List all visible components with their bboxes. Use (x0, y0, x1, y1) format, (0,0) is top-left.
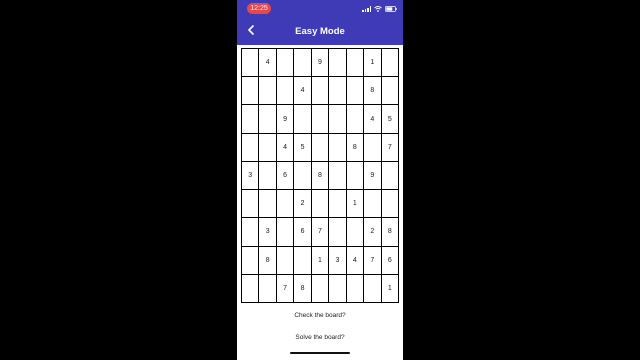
sudoku-cell[interactable] (329, 161, 347, 191)
sudoku-cell[interactable]: 1 (381, 274, 399, 303)
sudoku-cell[interactable] (311, 133, 330, 162)
sudoku-cell[interactable] (276, 190, 295, 219)
sudoku-cell[interactable] (242, 105, 260, 134)
sudoku-cell[interactable] (311, 77, 330, 106)
sudoku-cell[interactable]: 7 (311, 218, 330, 247)
sudoku-cell[interactable] (346, 274, 365, 303)
sudoku-cell[interactable]: 9 (311, 49, 330, 78)
sudoku-cell[interactable]: 4 (259, 49, 277, 78)
sudoku-cell[interactable] (242, 49, 260, 78)
sudoku-cell[interactable] (364, 190, 382, 219)
sudoku-cell[interactable]: 6 (294, 218, 312, 247)
sudoku-cell[interactable] (381, 161, 399, 191)
sudoku-cell[interactable]: 9 (364, 161, 382, 191)
sudoku-cell[interactable] (364, 274, 382, 303)
status-bar: 12:25 (237, 0, 403, 18)
sudoku-cell[interactable] (259, 133, 277, 162)
sudoku-cell[interactable]: 3 (329, 246, 347, 275)
sudoku-cell[interactable] (242, 246, 260, 275)
sudoku-cell[interactable]: 3 (259, 218, 277, 247)
chevron-left-icon (247, 22, 255, 40)
back-button[interactable] (243, 23, 259, 39)
sudoku-cell[interactable]: 4 (364, 105, 382, 134)
sudoku-cell[interactable] (346, 105, 365, 134)
page-title: Easy Mode (295, 26, 345, 37)
check-board-button[interactable]: Check the board? (237, 312, 403, 319)
sudoku-cell[interactable]: 2 (294, 190, 312, 219)
phone-screen: 12:25 Easy Mode 4 9 1 4 8 9 4 5 4 5 8 7 … (237, 0, 403, 360)
sudoku-cell[interactable]: 6 (381, 246, 399, 275)
sudoku-cell[interactable] (294, 161, 312, 191)
sudoku-cell[interactable] (294, 49, 312, 78)
sudoku-cell[interactable] (311, 274, 330, 303)
sudoku-cell[interactable]: 8 (294, 274, 312, 303)
home-indicator (290, 352, 350, 354)
sudoku-cell[interactable] (329, 49, 347, 78)
sudoku-cell[interactable] (364, 133, 382, 162)
sudoku-cell[interactable] (346, 218, 365, 247)
sudoku-cell[interactable] (242, 274, 260, 303)
sudoku-cell[interactable] (242, 190, 260, 219)
sudoku-cell[interactable]: 8 (259, 246, 277, 275)
sudoku-cell[interactable] (346, 49, 365, 78)
sudoku-cell[interactable]: 9 (276, 105, 295, 134)
signal-icon (362, 6, 371, 12)
status-time: 12:25 (247, 3, 271, 14)
sudoku-cell[interactable] (276, 49, 295, 78)
sudoku-cell[interactable]: 7 (276, 274, 295, 303)
sudoku-cell[interactable] (329, 190, 347, 219)
battery-icon (385, 6, 397, 12)
sudoku-cell[interactable]: 1 (364, 49, 382, 78)
app-bar: Easy Mode (237, 18, 403, 45)
sudoku-cell[interactable]: 3 (242, 161, 260, 191)
sudoku-cell[interactable]: 8 (346, 133, 365, 162)
sudoku-cell[interactable]: 6 (276, 161, 295, 191)
sudoku-cell[interactable] (329, 105, 347, 134)
sudoku-cell[interactable] (381, 190, 399, 219)
sudoku-cell[interactable]: 5 (294, 133, 312, 162)
sudoku-cell[interactable] (381, 77, 399, 106)
sudoku-cell[interactable] (259, 161, 277, 191)
sudoku-cell[interactable]: 4 (276, 133, 295, 162)
sudoku-cell[interactable] (346, 161, 365, 191)
sudoku-cell[interactable]: 7 (364, 246, 382, 275)
sudoku-cell[interactable] (276, 218, 295, 247)
sudoku-cell[interactable] (242, 218, 260, 247)
solve-board-button[interactable]: Solve the board? (237, 334, 403, 341)
sudoku-board: 49148945458736892136728813476781 (241, 48, 399, 303)
sudoku-cell[interactable] (259, 105, 277, 134)
status-icons (362, 4, 397, 14)
sudoku-cell[interactable] (294, 105, 312, 134)
sudoku-cell[interactable]: 4 (346, 246, 365, 275)
sudoku-cell[interactable]: 4 (294, 77, 312, 106)
sudoku-cell[interactable]: 1 (311, 246, 330, 275)
sudoku-cell[interactable] (294, 246, 312, 275)
sudoku-cell[interactable] (329, 218, 347, 247)
sudoku-cell[interactable]: 2 (364, 218, 382, 247)
sudoku-cell[interactable] (329, 274, 347, 303)
sudoku-cell[interactable]: 8 (381, 218, 399, 247)
sudoku-cell[interactable] (329, 133, 347, 162)
sudoku-cell[interactable]: 5 (381, 105, 399, 134)
sudoku-cell[interactable] (259, 274, 277, 303)
sudoku-cell[interactable] (311, 105, 330, 134)
sudoku-cell[interactable] (259, 190, 277, 219)
sudoku-cell[interactable] (259, 77, 277, 106)
sudoku-cell[interactable] (329, 77, 347, 106)
sudoku-cell[interactable]: 7 (381, 133, 399, 162)
sudoku-cell[interactable] (242, 133, 260, 162)
sudoku-cell[interactable] (276, 246, 295, 275)
sudoku-cell[interactable] (242, 77, 260, 106)
sudoku-cell[interactable] (381, 49, 399, 78)
sudoku-cell[interactable]: 8 (364, 77, 382, 106)
sudoku-cell[interactable] (311, 190, 330, 219)
sudoku-cell[interactable]: 1 (346, 190, 365, 219)
sudoku-cell[interactable] (276, 77, 295, 106)
sudoku-cell[interactable] (346, 77, 365, 106)
wifi-icon (374, 6, 382, 12)
sudoku-cell[interactable]: 8 (311, 161, 330, 191)
